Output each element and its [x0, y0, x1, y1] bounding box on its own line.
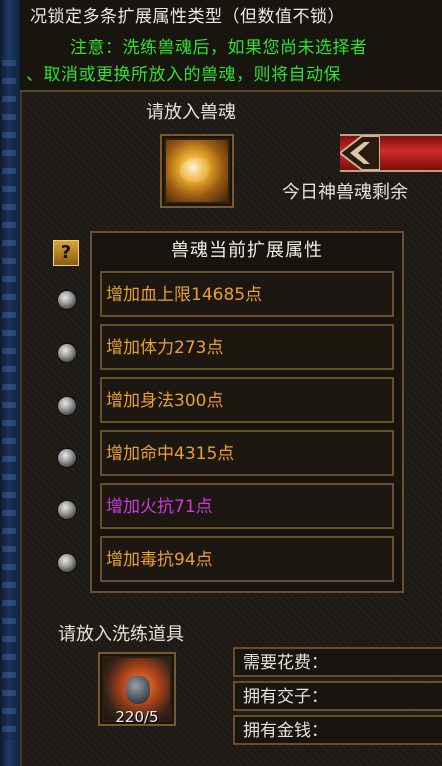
attribute-lock-radio[interactable]	[57, 396, 77, 416]
money-label: 拥有金钱：	[243, 721, 328, 741]
coin-label: 拥有交子：	[243, 687, 328, 707]
attribute-lock-radio[interactable]	[57, 343, 77, 363]
attribute-lock-radio[interactable]	[57, 448, 77, 468]
left-edge-background	[0, 0, 20, 766]
notice-line-2: 注意：洗练兽魂后，如果您尚未选择者	[70, 38, 368, 58]
fee-label: 需要花费：	[243, 653, 328, 673]
soul-slot-label: 请放入兽魂	[146, 102, 236, 123]
beast-soul-slot[interactable]	[160, 134, 234, 208]
attribute-text: 增加血上限14685点	[106, 285, 263, 305]
money-field: 拥有金钱：	[233, 715, 442, 745]
attribute-lock-radio[interactable]	[57, 290, 77, 310]
refine-item-slot[interactable]: 220/5	[98, 652, 176, 726]
attribute-header: 兽魂当前扩展属性	[171, 240, 323, 261]
notice-area: 况锁定多条扩展属性类型（但数值不锁） 注意：洗练兽魂后，如果您尚未选择者 、取消…	[20, 0, 442, 92]
attribute-text: 增加命中4315点	[106, 444, 235, 464]
item-count: 220/5	[115, 708, 159, 726]
notice-line-1: 况锁定多条扩展属性类型（但数值不锁）	[30, 7, 345, 27]
attribute-row[interactable]: 增加火抗71点	[100, 483, 394, 529]
notice-line-3: 、取消或更换所放入的兽魂，则将自动保	[26, 65, 341, 85]
golden-beast-soul-icon	[166, 140, 228, 202]
attribute-lock-radio[interactable]	[57, 553, 77, 573]
attribute-text: 增加火抗71点	[106, 497, 213, 517]
attribute-row[interactable]: 增加体力273点	[100, 324, 394, 370]
attribute-text: 增加体力273点	[106, 338, 224, 358]
attribute-text: 增加身法300点	[106, 391, 224, 411]
banner-arrow-icon	[340, 135, 380, 171]
coin-field: 拥有交子：	[233, 681, 442, 711]
refine-item-label: 请放入洗练道具	[58, 624, 184, 645]
help-icon[interactable]: ?	[53, 240, 79, 266]
daily-remaining-label: 今日神兽魂剩余	[282, 182, 408, 203]
attribute-row[interactable]: 增加血上限14685点	[100, 271, 394, 317]
attribute-row[interactable]: 增加命中4315点	[100, 430, 394, 476]
fee-field: 需要花费：	[233, 647, 442, 677]
attribute-row[interactable]: 增加身法300点	[100, 377, 394, 423]
attribute-text: 增加毒抗94点	[106, 550, 213, 570]
attribute-panel: 兽魂当前扩展属性 增加血上限14685点 增加体力273点 增加身法300点 增…	[90, 231, 404, 593]
attribute-row[interactable]: 增加毒抗94点	[100, 536, 394, 582]
attribute-lock-radio[interactable]	[57, 500, 77, 520]
